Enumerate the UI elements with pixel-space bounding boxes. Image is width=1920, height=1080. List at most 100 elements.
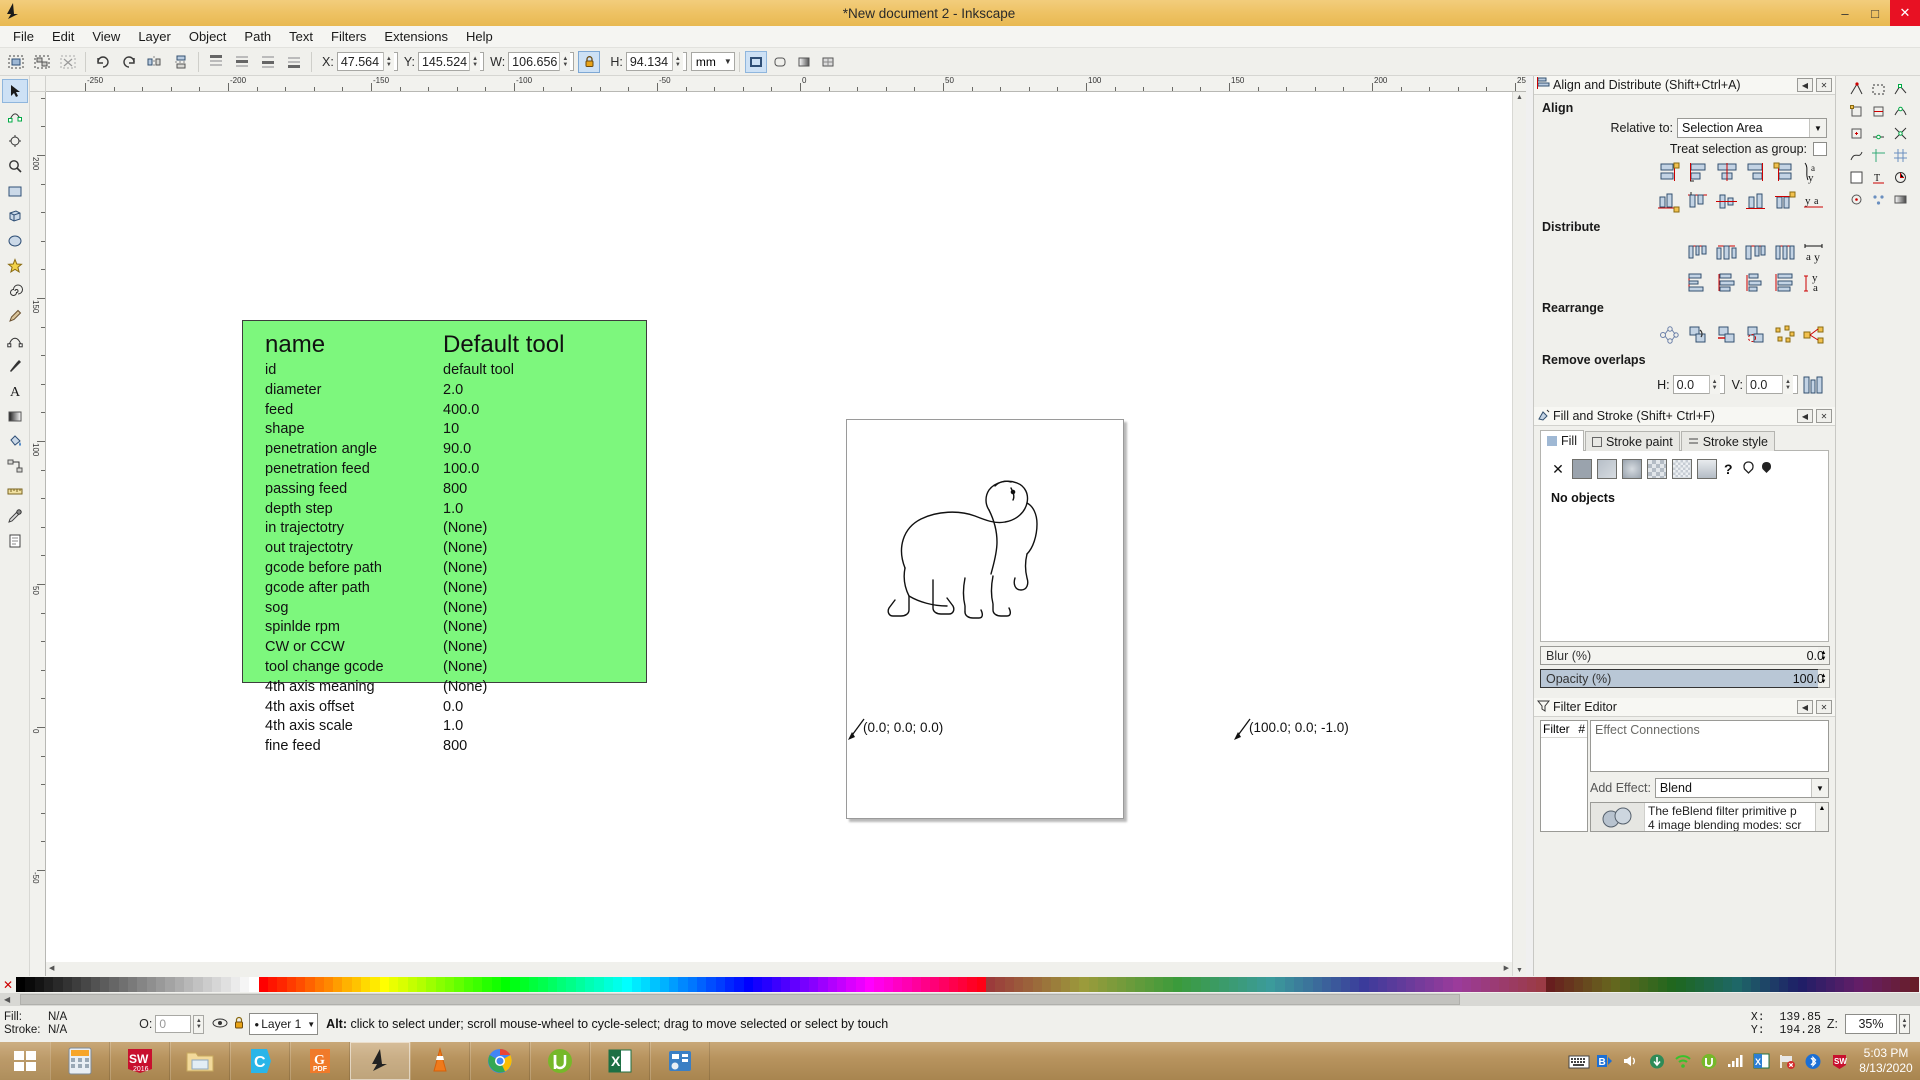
menu-help[interactable]: Help [457, 27, 502, 46]
palette-swatch[interactable] [333, 977, 342, 992]
menu-edit[interactable]: Edit [43, 27, 83, 46]
layer-lock-icon[interactable] [233, 1016, 245, 1033]
calligraphy-tool[interactable] [2, 354, 28, 378]
palette-swatch[interactable] [1490, 977, 1499, 992]
palette-swatch[interactable] [212, 977, 221, 992]
lower-to-bottom-icon[interactable] [282, 50, 306, 74]
tool-parameters-table[interactable]: name Default tool iddefault tool diamete… [242, 320, 647, 683]
palette-swatch[interactable] [1014, 977, 1023, 992]
unit-selector[interactable]: mm ▼ [691, 52, 735, 71]
ruler-corner[interactable] [30, 76, 46, 92]
windows-start-icon[interactable] [0, 1042, 50, 1080]
snap-bbox-corner-icon[interactable] [1845, 100, 1867, 122]
palette-swatch[interactable] [277, 977, 286, 992]
zoom-spinner[interactable]: ▲▼ [1899, 1014, 1910, 1034]
excel-tray-icon[interactable]: X [1748, 1042, 1774, 1080]
distribute-centers-vertically-button[interactable] [1713, 270, 1741, 295]
menu-layer[interactable]: Layer [129, 27, 180, 46]
select-all-icon[interactable] [4, 50, 28, 74]
cura-app[interactable]: C [230, 1042, 290, 1080]
canvas-horizontal-scrollbar[interactable]: ◀ ▶ [46, 962, 1512, 976]
palette-swatch[interactable] [128, 977, 137, 992]
measure-tool[interactable] [2, 479, 28, 503]
rotate-90-cw-icon[interactable] [117, 50, 141, 74]
keyboard-tray-icon[interactable] [1566, 1042, 1592, 1080]
palette-swatch[interactable] [63, 977, 72, 992]
page-tool[interactable] [2, 529, 28, 553]
palette-swatch[interactable] [744, 977, 753, 992]
solidworks-tray-icon[interactable]: SW [1826, 1042, 1852, 1080]
palette-swatch[interactable] [781, 977, 790, 992]
linear-gradient-icon[interactable] [1597, 459, 1617, 479]
palette-swatch[interactable] [641, 977, 650, 992]
distribute-right-edges-button[interactable] [1742, 241, 1770, 266]
signal-tray-icon[interactable] [1722, 1042, 1748, 1080]
overlap-v-field[interactable]: 0.0 ▲▼ [1746, 375, 1798, 394]
palette-swatch[interactable] [268, 977, 277, 992]
status-opacity-spinner[interactable]: ▲▼ [193, 1015, 204, 1034]
palette-swatch[interactable] [1453, 977, 1462, 992]
palette-swatch[interactable] [184, 977, 193, 992]
palette-swatch[interactable] [1910, 977, 1919, 992]
palette-swatch[interactable] [1676, 977, 1685, 992]
palette-swatch[interactable] [361, 977, 370, 992]
palette-swatch[interactable] [1844, 977, 1853, 992]
palette-scroll-left-icon[interactable]: ◀ [0, 995, 10, 1004]
inkscape-app[interactable] [350, 1042, 410, 1080]
palette-swatch[interactable] [1648, 977, 1657, 992]
bluetooth-tray-icon[interactable] [1800, 1042, 1826, 1080]
relative-to-select[interactable]: Selection Area ▼ [1677, 118, 1827, 138]
radial-gradient-icon[interactable] [1622, 459, 1642, 479]
affect-stroke-width-toggle[interactable] [745, 51, 767, 73]
maximize-button[interactable]: □ [1860, 0, 1890, 26]
palette-swatch[interactable] [1826, 977, 1835, 992]
palette-swatch[interactable] [576, 977, 585, 992]
wifi-tray-icon[interactable] [1670, 1042, 1696, 1080]
palette-swatch[interactable] [1201, 977, 1210, 992]
snap-cusp-nodes-icon[interactable] [1889, 78, 1911, 100]
palette-swatch[interactable] [958, 977, 967, 992]
distribute-text-baselines-vertical-button[interactable]: ya [1800, 270, 1828, 295]
affect-rounded-corners-toggle[interactable] [769, 51, 791, 73]
h-field-spinner[interactable]: ▲▼ [672, 52, 683, 71]
palette-swatch[interactable] [1882, 977, 1891, 992]
menu-extensions[interactable]: Extensions [375, 27, 457, 46]
tab-stroke-style[interactable]: Stroke style [1681, 431, 1775, 451]
palette-swatch[interactable] [193, 977, 202, 992]
palette-swatch[interactable] [1331, 977, 1340, 992]
palette-swatch[interactable] [1247, 977, 1256, 992]
palette-swatch[interactable] [16, 977, 25, 992]
palette-swatch[interactable] [884, 977, 893, 992]
palette-swatch[interactable] [1900, 977, 1909, 992]
effect-connections-area[interactable]: Effect Connections [1590, 720, 1829, 772]
control-panel-app[interactable] [650, 1042, 710, 1080]
palette-swatch[interactable] [81, 977, 90, 992]
text-baseline-horizontal-button[interactable]: ya [1800, 189, 1828, 214]
palette-swatch[interactable] [240, 977, 249, 992]
palette-swatch[interactable] [426, 977, 435, 992]
unclump-button[interactable] [1800, 322, 1828, 347]
palette-swatch[interactable] [1313, 977, 1322, 992]
palette-swatch[interactable] [408, 977, 417, 992]
paintbucket-tool[interactable] [2, 429, 28, 453]
drawing-canvas[interactable]: name Default tool iddefault tool diamete… [46, 92, 1526, 976]
palette-swatch[interactable] [1163, 977, 1172, 992]
snap-to-paths-icon[interactable] [1845, 144, 1867, 166]
palette-swatch[interactable] [734, 977, 743, 992]
palette-swatch[interactable] [324, 977, 333, 992]
palette-swatch[interactable] [464, 977, 473, 992]
bezier-tool[interactable] [2, 329, 28, 353]
palette-swatch[interactable] [1089, 977, 1098, 992]
palette-swatch[interactable] [1536, 977, 1545, 992]
filter-panel-collapse-button[interactable]: ◀ [1797, 700, 1813, 714]
palette-swatch[interactable] [165, 977, 174, 992]
palette-swatch[interactable] [846, 977, 855, 992]
palette-swatch[interactable] [389, 977, 398, 992]
layer-selector[interactable]: ● Layer 1 ▼ [249, 1013, 318, 1035]
palette-swatch[interactable] [1555, 977, 1564, 992]
download-manager-tray-icon[interactable] [1644, 1042, 1670, 1080]
w-field[interactable]: 106.656 ▲▼ [508, 52, 574, 71]
filter-list[interactable]: Filter # [1540, 720, 1588, 832]
swatch-icon[interactable] [1672, 459, 1692, 479]
palette-swatch[interactable] [1714, 977, 1723, 992]
